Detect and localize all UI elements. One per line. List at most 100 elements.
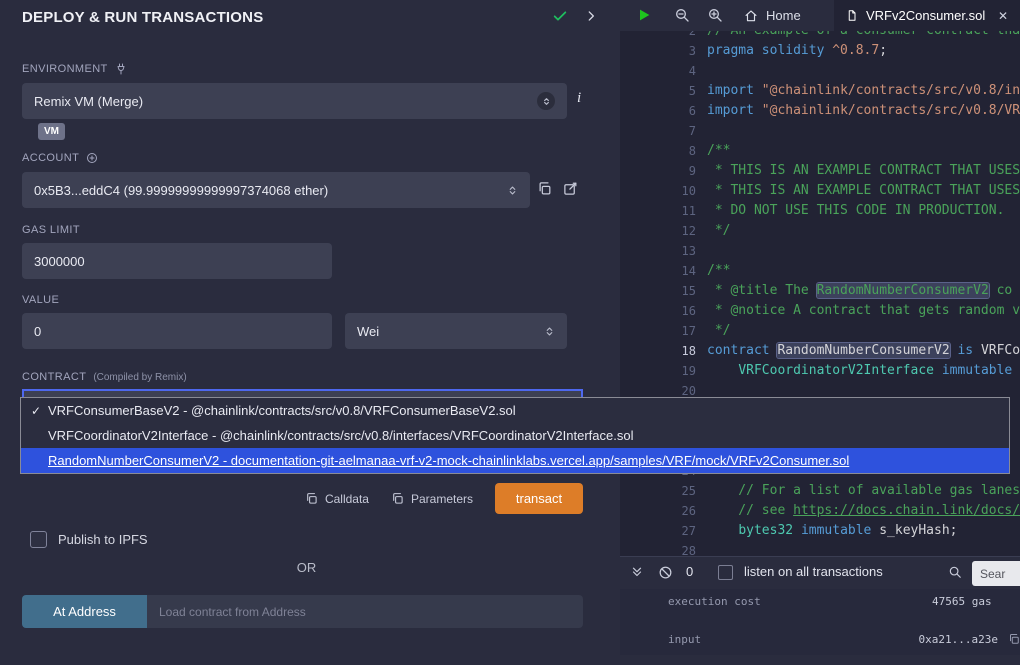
info-icon[interactable]: i: [577, 90, 581, 107]
zoom-out-icon[interactable]: [674, 7, 690, 23]
code-line[interactable]: 26 // see https://docs.chain.link/docs/: [620, 501, 1020, 521]
plus-circle-icon[interactable]: [86, 152, 98, 164]
code-line[interactable]: 19 VRFCoordinatorV2Interface immutable: [620, 361, 1020, 381]
checkmark-icon: ✓: [31, 404, 48, 418]
calldata-button[interactable]: Calldata: [305, 492, 369, 506]
line-number[interactable]: 28: [620, 541, 696, 556]
code-line[interactable]: 10 * THIS IS AN EXAMPLE CONTRACT THAT US…: [620, 181, 1020, 201]
at-address-input[interactable]: [147, 595, 583, 628]
terminal-row-key: execution cost: [668, 595, 918, 608]
terminal-search-input[interactable]: [972, 561, 1020, 586]
line-number[interactable]: 19: [620, 361, 696, 381]
code-line[interactable]: 16 * @notice A contract that gets random…: [620, 301, 1020, 321]
code-line[interactable]: 25 // For a list of available gas lanes,: [620, 481, 1020, 501]
code-text: import "@chainlink/contracts/src/v0.8/VR: [696, 101, 1020, 121]
line-number[interactable]: 11: [620, 201, 696, 221]
terminal-row: execution cost47565 gas: [620, 589, 1020, 627]
code-line[interactable]: 3pragma solidity ^0.8.7;: [620, 41, 1020, 61]
account-select[interactable]: 0x5B3...eddC4 (99.99999999999997374068 e…: [22, 172, 530, 208]
chevron-right-icon[interactable]: [584, 8, 598, 24]
line-number[interactable]: 2: [620, 31, 696, 41]
code-editor[interactable]: 2// An example of a consumer contract th…: [620, 31, 1020, 556]
line-number[interactable]: 27: [620, 521, 696, 541]
line-number[interactable]: 16: [620, 301, 696, 321]
at-address-button[interactable]: At Address: [22, 595, 147, 628]
code-line[interactable]: 15 * @title The RandomNumberConsumerV2 c…: [620, 281, 1020, 301]
gas-limit-input[interactable]: [22, 243, 332, 279]
line-number[interactable]: 5: [620, 81, 696, 101]
line-number[interactable]: 9: [620, 161, 696, 181]
line-number[interactable]: 13: [620, 241, 696, 261]
environment-select[interactable]: Remix VM (Merge): [22, 83, 567, 119]
success-check-icon: [552, 8, 568, 24]
terminal-row-value: 0xa21...a23e: [919, 633, 998, 646]
run-script-icon[interactable]: [636, 7, 652, 23]
line-number[interactable]: 7: [620, 121, 696, 141]
terminal-bar: 0 listen on all transactions: [620, 556, 1020, 589]
zoom-in-icon[interactable]: [707, 7, 723, 23]
edit-account-icon[interactable]: [563, 181, 578, 196]
code-text: // An example of a consumer contract tha…: [696, 31, 1020, 41]
tab-home-label: Home: [766, 8, 801, 23]
code-text: pragma solidity ^0.8.7;: [696, 41, 887, 61]
code-line[interactable]: 14/**: [620, 261, 1020, 281]
deploy-actions-row: Calldata Parameters transact: [22, 483, 583, 514]
copy-icon[interactable]: [1008, 633, 1020, 645]
publish-ipfs-checkbox[interactable]: [30, 531, 47, 548]
contract-option[interactable]: VRFCoordinatorV2Interface - @chainlink/c…: [21, 423, 1009, 448]
value-input[interactable]: [22, 313, 332, 349]
close-tab-icon[interactable]: ✕: [998, 9, 1008, 23]
code-line[interactable]: 6import "@chainlink/contracts/src/v0.8/V…: [620, 101, 1020, 121]
expand-terminal-icon[interactable]: [630, 565, 644, 579]
environment-caret-icon[interactable]: [537, 92, 555, 110]
listen-all-transactions-checkbox[interactable]: [718, 565, 733, 580]
editor-area: Home VRFv2Consumer.sol ✕ 2// An example …: [620, 0, 1020, 655]
code-line[interactable]: 7: [620, 121, 1020, 141]
code-lines: 2// An example of a consumer contract th…: [620, 31, 1020, 556]
code-text: /**: [696, 141, 730, 161]
plug-icon: [115, 63, 127, 75]
tab-vrfv2consumer[interactable]: VRFv2Consumer.sol ✕: [834, 0, 1020, 31]
code-text: // see https://docs.chain.link/docs/: [696, 501, 1020, 521]
line-number[interactable]: 12: [620, 221, 696, 241]
transact-button[interactable]: transact: [495, 483, 583, 514]
parameters-button[interactable]: Parameters: [391, 492, 473, 506]
code-line[interactable]: 17 */: [620, 321, 1020, 341]
code-line[interactable]: 27 bytes32 immutable s_keyHash;: [620, 521, 1020, 541]
copy-account-icon[interactable]: [537, 181, 552, 196]
line-number[interactable]: 6: [620, 101, 696, 121]
line-number[interactable]: 15: [620, 281, 696, 301]
code-text: [696, 61, 707, 81]
code-line[interactable]: 4: [620, 61, 1020, 81]
code-line[interactable]: 2// An example of a consumer contract th…: [620, 31, 1020, 41]
code-line[interactable]: 13: [620, 241, 1020, 261]
line-number[interactable]: 8: [620, 141, 696, 161]
line-number[interactable]: 17: [620, 321, 696, 341]
code-line[interactable]: 9 * THIS IS AN EXAMPLE CONTRACT THAT USE…: [620, 161, 1020, 181]
account-value: 0x5B3...eddC4 (99.99999999999997374068 e…: [34, 183, 328, 198]
code-line[interactable]: 5import "@chainlink/contracts/src/v0.8/i…: [620, 81, 1020, 101]
line-number[interactable]: 10: [620, 181, 696, 201]
line-number[interactable]: 3: [620, 41, 696, 61]
contract-option[interactable]: RandomNumberConsumerV2 - documentation-g…: [21, 448, 1009, 473]
code-line[interactable]: 28: [620, 541, 1020, 556]
account-label-text: ACCOUNT: [22, 152, 79, 164]
tab-home[interactable]: Home: [732, 0, 813, 31]
line-number[interactable]: 14: [620, 261, 696, 281]
file-icon: [846, 9, 858, 22]
code-line[interactable]: 12 */: [620, 221, 1020, 241]
clear-console-icon[interactable]: [658, 565, 673, 580]
line-number[interactable]: 25: [620, 481, 696, 501]
code-line[interactable]: 18contract RandomNumberConsumerV2 is VRF…: [620, 341, 1020, 361]
code-text: VRFCoordinatorV2Interface immutable: [696, 361, 1020, 381]
code-line[interactable]: 11 * DO NOT USE THIS CODE IN PRODUCTION.: [620, 201, 1020, 221]
contract-option[interactable]: ✓VRFConsumerBaseV2 - @chainlink/contract…: [21, 398, 1009, 423]
code-line[interactable]: 8/**: [620, 141, 1020, 161]
line-number[interactable]: 4: [620, 61, 696, 81]
code-text: * THIS IS AN EXAMPLE CONTRACT THAT USES: [696, 181, 1020, 201]
contract-select-focused-edge[interactable]: [22, 389, 583, 397]
line-number[interactable]: 18: [620, 341, 696, 361]
contract-label-text: CONTRACT: [22, 371, 86, 383]
value-unit-select[interactable]: Wei: [345, 313, 567, 349]
line-number[interactable]: 26: [620, 501, 696, 521]
